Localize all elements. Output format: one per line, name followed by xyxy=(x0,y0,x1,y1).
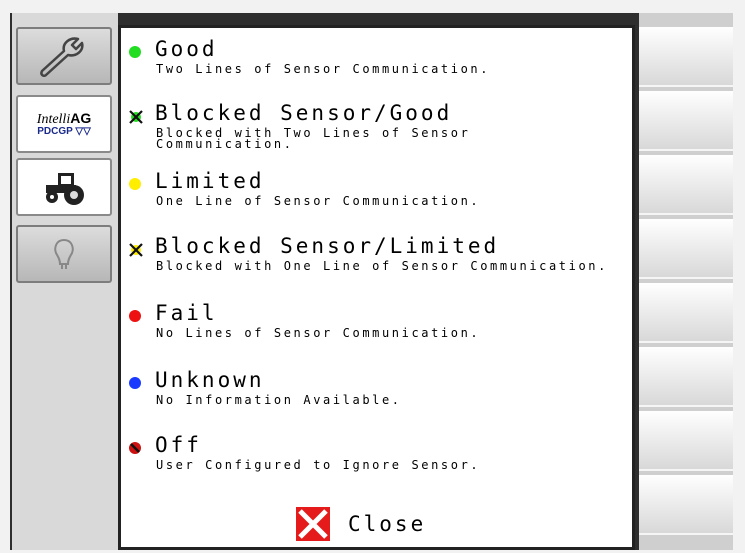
wrench-icon xyxy=(40,37,84,77)
softkey-6[interactable] xyxy=(639,347,733,407)
logo-text-pdcgp: PDCGP ▽▽ xyxy=(37,126,91,137)
close-x-icon xyxy=(296,507,330,541)
legend-description: No Information Available. xyxy=(156,393,402,407)
legend-title: Blocked Sensor/Good xyxy=(155,101,453,125)
work-lights-button[interactable] xyxy=(16,225,112,283)
logo-text-intelli: Intelli xyxy=(36,112,71,127)
softkey-7[interactable] xyxy=(639,411,733,471)
right-softkey-column xyxy=(639,13,733,550)
legend-description: Blocked with Two Lines of Sensor Communi… xyxy=(156,126,471,151)
intelliag-logo: IntelliAG PDCGP ▽▽ xyxy=(37,111,91,137)
legend-description: Blocked with One Line of Sensor Communic… xyxy=(156,259,608,273)
yellow-blocked-x-icon xyxy=(129,243,143,257)
softkey-1[interactable] xyxy=(639,27,733,87)
settings-tool-button[interactable] xyxy=(16,27,112,85)
softkey-8[interactable] xyxy=(639,475,733,535)
sensor-status-legend-dialog: Good Two Lines of Sensor Communication. … xyxy=(118,25,635,550)
off-status-dot-icon xyxy=(129,442,141,454)
logo-text-ag: AG xyxy=(70,110,92,126)
tractor-button[interactable] xyxy=(16,158,112,216)
softkey-5[interactable] xyxy=(639,283,733,343)
red-status-dot-icon xyxy=(129,310,141,322)
legend-title: Fail xyxy=(155,301,218,325)
softkey-2[interactable] xyxy=(639,91,733,151)
tractor-icon xyxy=(46,173,84,205)
softkey-3[interactable] xyxy=(639,155,733,215)
bulb-outline-icon xyxy=(54,238,74,269)
close-button[interactable]: Close xyxy=(296,503,496,545)
close-button-label: Close xyxy=(348,512,427,536)
legend-title: Off xyxy=(155,433,202,457)
green-status-dot-icon xyxy=(129,46,141,58)
yellow-status-dot-icon xyxy=(129,178,141,190)
softkey-4[interactable] xyxy=(639,219,733,279)
legend-title: Blocked Sensor/Limited xyxy=(155,234,500,258)
legend-description: User Configured to Ignore Sensor. xyxy=(156,458,481,472)
legend-title: Limited xyxy=(155,169,265,193)
legend-description: Two Lines of Sensor Communication. xyxy=(156,62,491,76)
legend-title: Unknown xyxy=(155,368,265,392)
legend-title: Good xyxy=(155,37,218,61)
blue-status-dot-icon xyxy=(129,377,141,389)
legend-description: One Line of Sensor Communication. xyxy=(156,194,481,208)
intelliag-button[interactable]: IntelliAG PDCGP ▽▽ xyxy=(16,95,112,153)
legend-description: No Lines of Sensor Communication. xyxy=(156,326,481,340)
green-blocked-x-icon xyxy=(129,110,143,124)
